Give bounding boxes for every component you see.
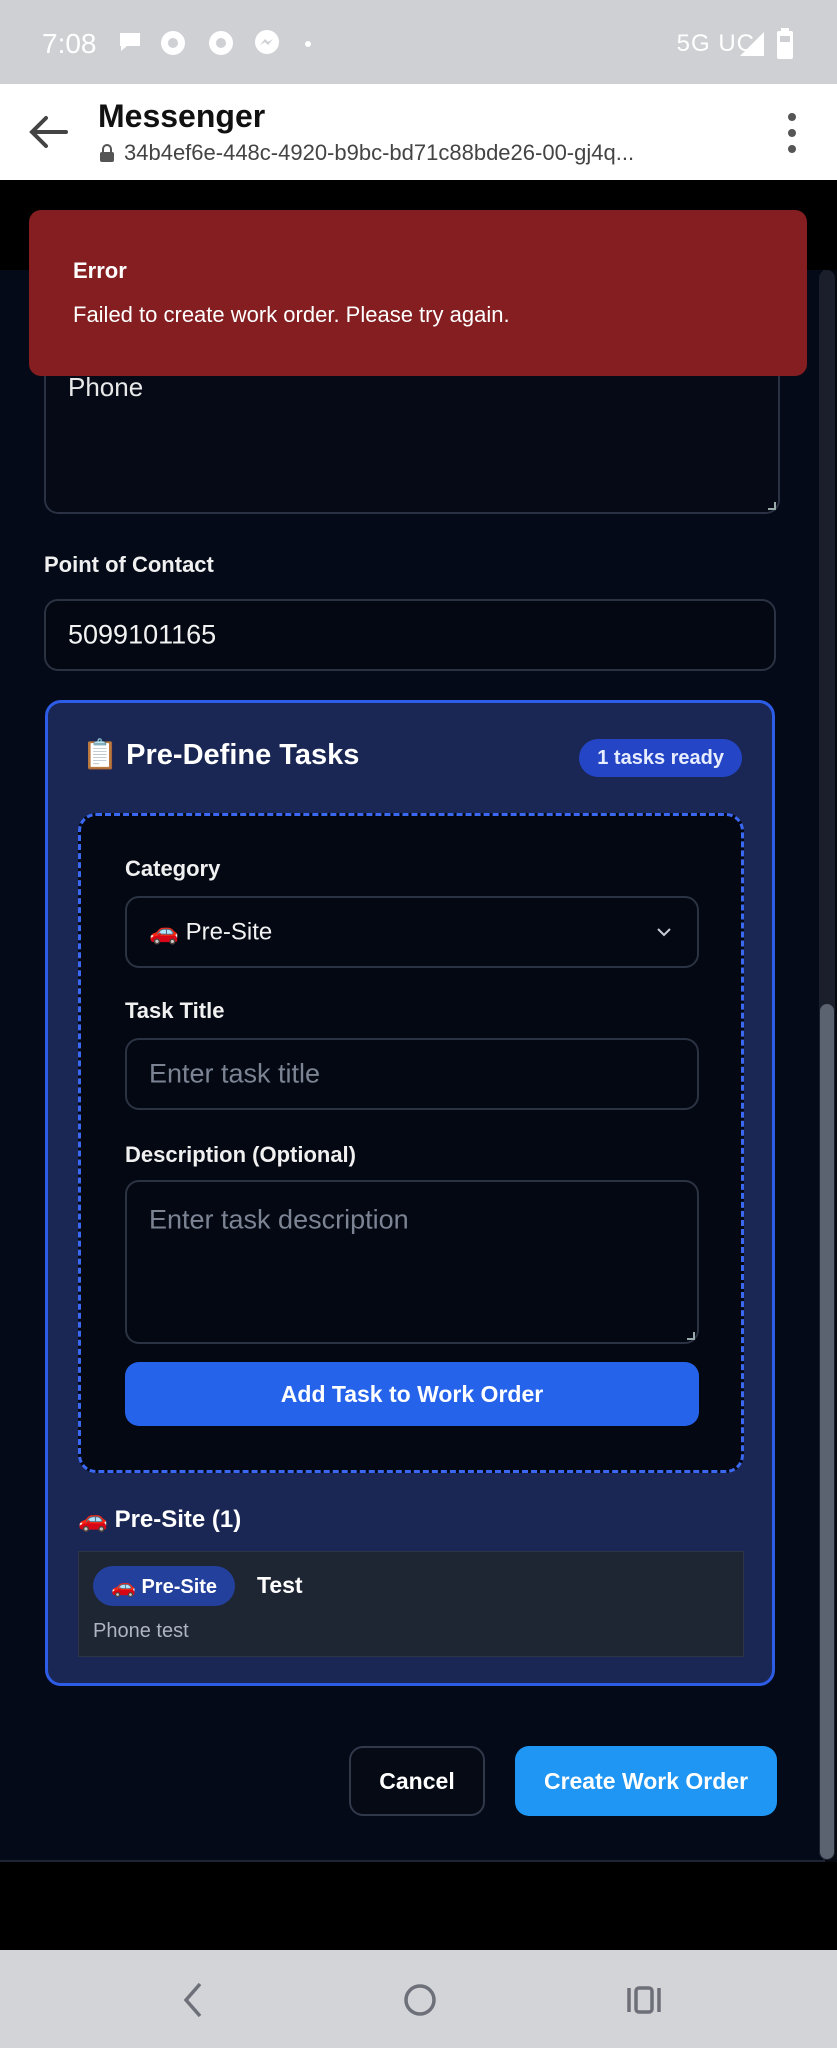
toast-title: Error bbox=[73, 258, 127, 283]
resize-grip-icon[interactable] bbox=[687, 1332, 695, 1340]
more-vert-icon[interactable] bbox=[787, 112, 797, 154]
tasks-ready-badge: 1 tasks ready bbox=[579, 739, 742, 777]
task-group-text: Pre-Site (1) bbox=[114, 1506, 242, 1533]
nav-recents-icon[interactable] bbox=[624, 1980, 664, 2020]
category-label: Category bbox=[125, 856, 221, 881]
scrollbar-thumb[interactable] bbox=[820, 1004, 834, 1859]
list-item[interactable]: 🚗 Pre-Site Test Phone test bbox=[78, 1551, 744, 1657]
description-label: Description (Optional) bbox=[125, 1142, 356, 1167]
cancel-button[interactable]: Cancel bbox=[349, 1746, 485, 1816]
category-selected: 🚗 Pre-Site bbox=[149, 918, 272, 947]
page-bottom-strip bbox=[0, 1862, 837, 1950]
app-bar: Messenger 34b4ef6e-448c-4920-b9bc-bd71c8… bbox=[0, 84, 837, 180]
status-bar: 7:08 5G UC bbox=[0, 0, 837, 84]
task-description-placeholder: Enter task description bbox=[149, 1204, 409, 1235]
settings-icon bbox=[161, 31, 185, 55]
add-task-button[interactable]: Add Task to Work Order bbox=[125, 1362, 699, 1426]
car-icon: 🚗 bbox=[78, 1505, 108, 1533]
signal-icon bbox=[740, 32, 764, 56]
toast-message: Failed to create work order. Please try … bbox=[73, 302, 510, 327]
status-time: 7:08 bbox=[42, 28, 97, 59]
category-select[interactable]: 🚗 Pre-Site bbox=[125, 896, 699, 968]
app-title: Messenger bbox=[98, 98, 266, 134]
point-of-contact-value: 5099101165 bbox=[68, 619, 217, 650]
resize-grip-icon[interactable] bbox=[768, 502, 776, 510]
predefine-tasks-card: 📋 Pre-Define Tasks 1 tasks ready Categor… bbox=[45, 700, 775, 1686]
task-title-placeholder: Enter task title bbox=[149, 1058, 321, 1089]
car-icon: 🚗 bbox=[149, 917, 179, 946]
phone-textarea-value: Phone bbox=[68, 372, 144, 402]
task-category-chip: 🚗 Pre-Site bbox=[93, 1566, 236, 1606]
error-toast[interactable]: Error Failed to create work order. Pleas… bbox=[29, 210, 807, 376]
task-entry-form: Category 🚗 Pre-Site Task Title Enter tas… bbox=[78, 813, 744, 1473]
page-url[interactable]: 34b4ef6e-448c-4920-b9bc-bd71c88bde26-00-… bbox=[98, 140, 634, 166]
nav-back-icon[interactable] bbox=[178, 1980, 208, 2020]
settings-icon bbox=[209, 31, 233, 55]
chat-bubble-icon bbox=[120, 33, 140, 51]
system-nav-bar bbox=[0, 1950, 837, 2048]
lock-icon bbox=[100, 144, 114, 162]
dot-icon bbox=[305, 41, 311, 47]
tasks-title-text: Pre-Define Tasks bbox=[126, 739, 360, 771]
task-chip-text: Pre-Site bbox=[141, 1576, 218, 1598]
create-work-order-button[interactable]: Create Work Order bbox=[515, 1746, 777, 1816]
battery-icon bbox=[777, 28, 793, 59]
messenger-icon bbox=[255, 30, 279, 54]
chevron-down-icon bbox=[657, 928, 671, 937]
clipboard-icon: 📋 bbox=[82, 737, 119, 771]
task-item-title: Test bbox=[257, 1572, 303, 1598]
task-title-label: Task Title bbox=[125, 998, 225, 1023]
car-icon: 🚗 bbox=[111, 1574, 136, 1598]
point-of-contact-label: Point of Contact bbox=[44, 552, 214, 577]
task-group-label: 🚗 Pre-Site (1) bbox=[78, 1505, 241, 1534]
back-arrow-icon[interactable] bbox=[26, 110, 70, 154]
point-of-contact-input[interactable]: 5099101165 bbox=[44, 599, 776, 671]
nav-home-icon[interactable] bbox=[400, 1980, 440, 2020]
url-text: 34b4ef6e-448c-4920-b9bc-bd71c88bde26-00-… bbox=[124, 140, 635, 165]
category-value: Pre-Site bbox=[185, 918, 273, 946]
tasks-title: 📋 Pre-Define Tasks bbox=[82, 737, 359, 772]
task-item-description: Phone test bbox=[93, 1620, 189, 1642]
task-description-input[interactable]: Enter task description bbox=[125, 1180, 699, 1344]
task-title-input[interactable]: Enter task title bbox=[125, 1038, 699, 1110]
